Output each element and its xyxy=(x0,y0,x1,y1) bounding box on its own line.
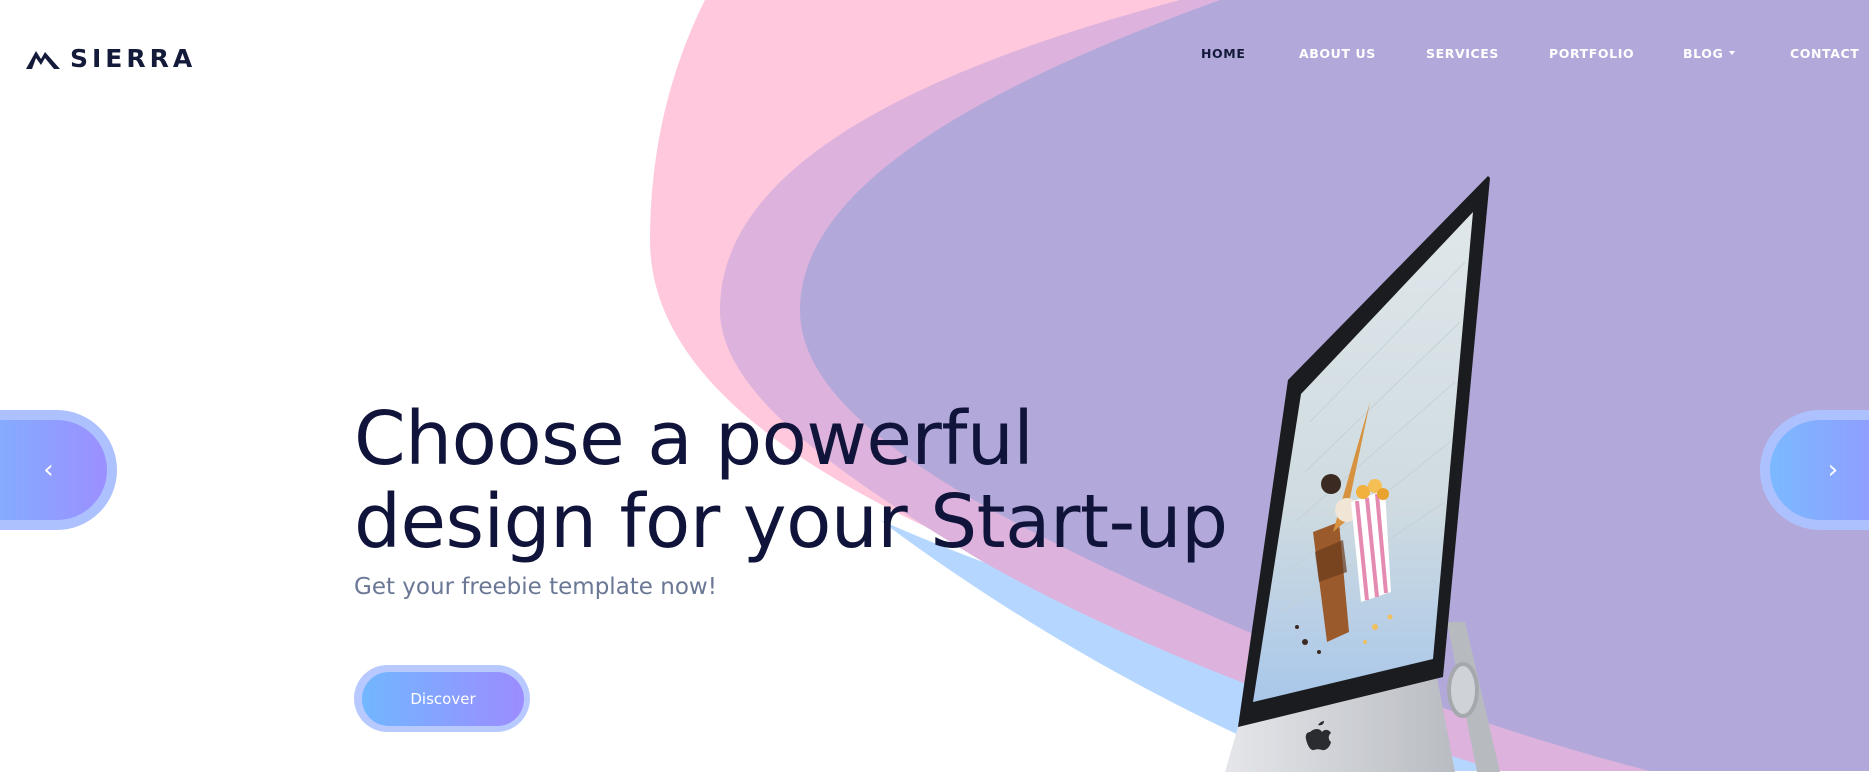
nav-item-blog-label: BLOG xyxy=(1683,46,1724,61)
nav-item-home[interactable]: HOME xyxy=(1201,46,1245,61)
caret-down-icon xyxy=(1729,50,1736,55)
nav-item-about-us[interactable]: ABOUT US xyxy=(1299,46,1376,61)
nav-item-services[interactable]: SERVICES xyxy=(1426,46,1499,61)
prev-slide-button[interactable]: ‹ xyxy=(0,420,107,520)
main-nav: HOME ABOUT US SERVICES PORTFOLIO BLOG CO… xyxy=(0,46,1869,66)
nav-item-portfolio[interactable]: PORTFOLIO xyxy=(1549,46,1634,61)
hero-subtitle: Get your freebie template now! xyxy=(354,574,717,600)
nav-item-contact[interactable]: CONTACT xyxy=(1790,46,1859,61)
imac-illustration xyxy=(1225,176,1500,772)
next-slide-button[interactable]: › xyxy=(1770,420,1869,520)
chevron-right-icon: › xyxy=(1827,455,1839,485)
hero-title: Choose a powerful design for your Start-… xyxy=(354,398,1228,564)
hero-title-line-2: design for your Start-up xyxy=(354,479,1228,565)
discover-button[interactable]: Discover xyxy=(362,672,524,726)
hero-title-line-1: Choose a powerful xyxy=(354,396,1034,482)
nav-item-blog[interactable]: BLOG xyxy=(1683,46,1736,61)
chevron-left-icon: ‹ xyxy=(43,455,54,485)
hero-background xyxy=(650,0,1869,771)
